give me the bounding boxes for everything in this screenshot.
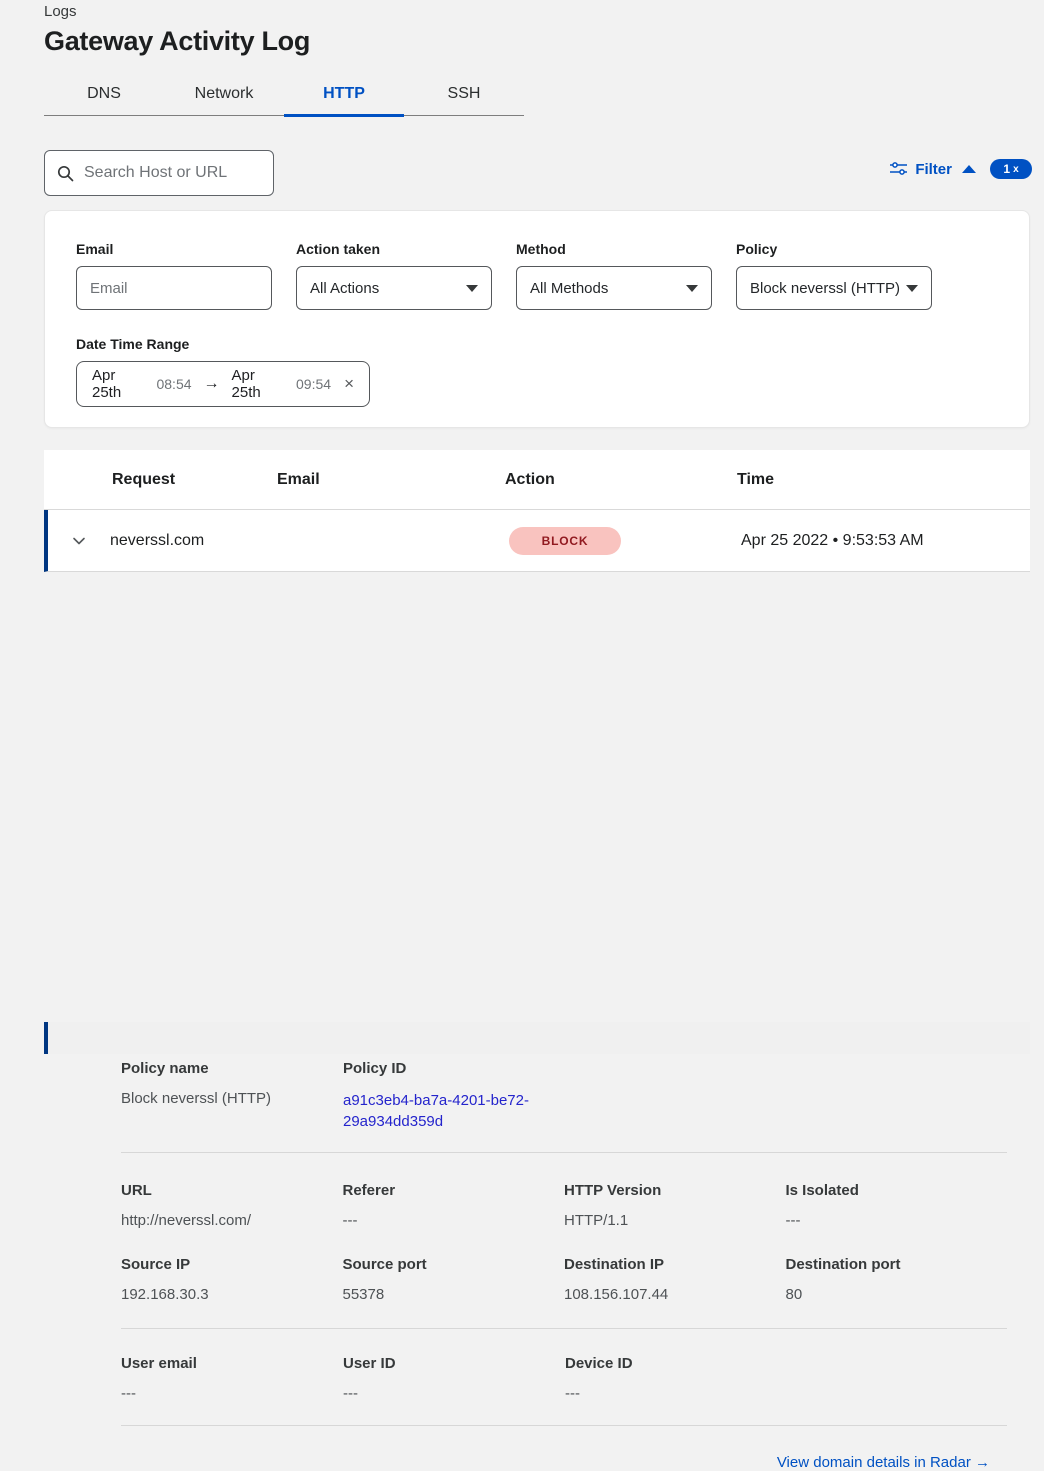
- filter-count: 1: [1003, 162, 1010, 176]
- email-label: Email: [76, 241, 272, 257]
- range-end-time: 09:54: [296, 376, 331, 392]
- filter-field-policy: Policy Block neverssl (HTTP): [736, 241, 932, 310]
- detail-user-id: User ID ---: [343, 1355, 565, 1402]
- col-header-time: Time: [737, 471, 1030, 489]
- filter-sliders-icon: [890, 162, 907, 176]
- policy-label: Policy: [736, 241, 932, 257]
- range-start-time: 08:54: [156, 376, 191, 392]
- filter-label: Filter: [915, 161, 952, 178]
- action-taken-label: Action taken: [296, 241, 492, 257]
- tab-http[interactable]: HTTP: [284, 74, 404, 117]
- range-arrow-icon: →: [204, 375, 220, 393]
- email-placeholder: Email: [90, 280, 128, 297]
- detail-referer: Referer ---: [343, 1182, 565, 1229]
- tab-bar: DNS Network HTTP SSH: [44, 74, 524, 116]
- chevron-down-icon: [686, 285, 698, 292]
- tab-dns[interactable]: DNS: [44, 74, 164, 117]
- row-time-value: Apr 25 2022 • 9:53:53 AM: [741, 532, 924, 549]
- detail-is-isolated: Is Isolated ---: [786, 1182, 1008, 1229]
- action-taken-select[interactable]: All Actions: [296, 266, 492, 310]
- method-label: Method: [516, 241, 712, 257]
- detail-destination-ip: Destination IP 108.156.107.44: [564, 1256, 786, 1303]
- chevron-down-icon: [466, 285, 478, 292]
- divider: [121, 1328, 1007, 1329]
- col-header-action: Action: [505, 471, 737, 489]
- activity-table: Request Email Action Time neverssl.com B…: [44, 450, 1030, 1054]
- col-header-email: Email: [277, 471, 505, 489]
- gateway-activity-log-page: Logs Gateway Activity Log DNS Network HT…: [0, 0, 1044, 1054]
- col-header-request: Request: [44, 471, 277, 489]
- range-end-date: Apr 25th: [232, 367, 287, 401]
- row-expanded-details: Policy name Block neverssl (HTTP) Policy…: [44, 1022, 1030, 1054]
- filter-panel: Email Email Action taken All Actions Met…: [44, 210, 1030, 428]
- detail-user-email: User email ---: [121, 1355, 343, 1402]
- divider: [121, 1425, 1007, 1426]
- search-input[interactable]: Search Host or URL: [44, 150, 274, 196]
- range-clear-icon[interactable]: ×: [344, 374, 354, 394]
- detail-policy-name: Policy name Block neverssl (HTTP): [121, 1060, 343, 1132]
- detail-source-ip: Source IP 192.168.30.3: [121, 1256, 343, 1303]
- search-icon: [57, 165, 74, 182]
- filter-toggle-button[interactable]: Filter 1 x: [890, 159, 1032, 179]
- chevron-down-icon: [906, 285, 918, 292]
- table-header: Request Email Action Time: [44, 450, 1030, 510]
- detail-url: URL http://neverssl.com/: [121, 1182, 343, 1229]
- method-value: All Methods: [530, 280, 608, 297]
- detail-http-version: HTTP Version HTTP/1.1: [564, 1182, 786, 1229]
- detail-source-port: Source port 55378: [343, 1256, 565, 1303]
- date-time-range-label: Date Time Range: [76, 336, 998, 352]
- table-row[interactable]: neverssl.com BLOCK Apr 25 2022 • 9:53:53…: [44, 510, 1030, 572]
- page-title: Gateway Activity Log: [44, 26, 310, 57]
- filter-count-badge[interactable]: 1 x: [990, 159, 1032, 179]
- detail-destination-port: Destination port 80: [786, 1256, 1008, 1303]
- action-block-badge: BLOCK: [509, 527, 621, 555]
- range-start-date: Apr 25th: [92, 367, 147, 401]
- filter-field-method: Method All Methods: [516, 241, 712, 310]
- filter-clear-x: x: [1013, 164, 1019, 175]
- caret-up-icon: [962, 165, 976, 173]
- row-request-value: neverssl.com: [110, 532, 204, 550]
- email-field[interactable]: Email: [76, 266, 272, 310]
- tab-network[interactable]: Network: [164, 74, 284, 117]
- policy-id-link[interactable]: a91c3eb4-ba7a-4201-be72-29a934dd359d: [343, 1090, 535, 1132]
- view-radar-link[interactable]: View domain details in Radar →: [777, 1454, 990, 1471]
- action-taken-value: All Actions: [310, 280, 379, 297]
- breadcrumb: Logs: [44, 3, 77, 20]
- policy-value: Block neverssl (HTTP): [750, 280, 900, 297]
- tab-ssh[interactable]: SSH: [404, 74, 524, 117]
- filter-field-action-taken: Action taken All Actions: [296, 241, 492, 310]
- detail-policy-id: Policy ID a91c3eb4-ba7a-4201-be72-29a934…: [343, 1060, 565, 1132]
- detail-device-id: Device ID ---: [565, 1355, 787, 1402]
- date-time-range-picker[interactable]: Apr 25th 08:54 → Apr 25th 09:54 ×: [76, 361, 370, 407]
- search-placeholder: Search Host or URL: [84, 164, 227, 182]
- filter-field-email: Email Email: [76, 241, 272, 310]
- method-select[interactable]: All Methods: [516, 266, 712, 310]
- row-expand-chevron-icon[interactable]: [71, 533, 87, 549]
- policy-select[interactable]: Block neverssl (HTTP): [736, 266, 932, 310]
- divider: [121, 1152, 1007, 1153]
